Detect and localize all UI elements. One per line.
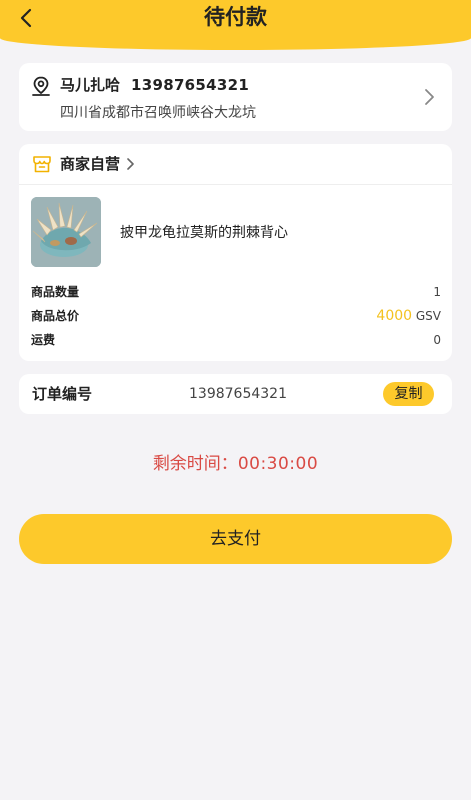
- quantity-row: 商品数量 1: [31, 282, 441, 302]
- shipping-label: 运费: [31, 333, 56, 347]
- copy-button[interactable]: 复制: [383, 382, 434, 406]
- quantity-label: 商品数量: [31, 285, 80, 299]
- countdown-label: 剩余时间：: [152, 454, 238, 474]
- goods-card: 商家自营 披甲龙龟拉莫斯的荆棘背心 商品数量 1 商品总价 4000 GSV 运…: [19, 144, 452, 361]
- price-unit: GSV: [415, 309, 441, 323]
- order-card: 订单编号 13987654321 复制: [19, 374, 452, 414]
- page-title: 待付款: [204, 5, 267, 29]
- shipping-value: 0: [433, 333, 441, 347]
- total-price-value: 4000 GSV: [376, 306, 441, 326]
- order-number-value: 13987654321: [189, 386, 287, 402]
- chevron-right-icon: [127, 158, 134, 170]
- location-pin-icon: [32, 76, 50, 96]
- pay-button[interactable]: 去支付: [19, 514, 452, 564]
- chevron-right-icon: [425, 89, 434, 105]
- address-detail: 四川省成都市召唤师峡谷大龙坑: [60, 105, 256, 121]
- order-number-label: 订单编号: [32, 385, 93, 403]
- countdown-text: 剩余时间：00:30:00: [0, 452, 471, 476]
- total-price-row: 商品总价 4000 GSV: [31, 306, 441, 326]
- store-icon: [33, 156, 51, 173]
- shop-row[interactable]: 商家自营: [19, 144, 452, 185]
- product-armor-image: [31, 197, 101, 267]
- countdown-time: 00:30:00: [237, 454, 319, 474]
- product-name: 披甲龙龟拉莫斯的荆棘背心: [120, 225, 288, 241]
- receiver-phone: 13987654321: [131, 76, 250, 94]
- product-image[interactable]: [31, 197, 101, 267]
- receiver-name: 马儿扎哈: [60, 76, 121, 94]
- total-price-label: 商品总价: [31, 309, 80, 323]
- shop-name: 商家自营: [60, 155, 121, 173]
- quantity-value: 1: [433, 285, 441, 299]
- address-card[interactable]: 马儿扎哈 13987654321 四川省成都市召唤师峡谷大龙坑: [19, 63, 452, 131]
- price-amount: 4000: [376, 308, 413, 324]
- header-bar: 待付款: [0, 0, 471, 50]
- shipping-row: 运费 0: [31, 330, 441, 350]
